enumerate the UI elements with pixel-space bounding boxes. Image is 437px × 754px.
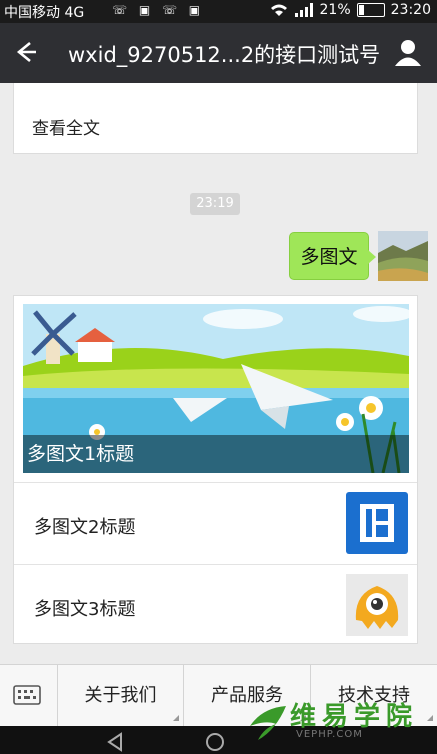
sent-message-bubble[interactable]: 多图文 [289,232,376,280]
site-watermark: 维易学院 VEPHP.COM [246,696,437,754]
logo-arrow-icon [250,706,286,740]
status-bar: 中国移动 4G ☏ ▣ ☏ ▣ 21% 23:20 [0,0,437,23]
clock: 23:20 [390,2,431,18]
news-item-title: 多图文2标题 [34,517,136,538]
banner-title: 多图文1标题 [23,435,409,473]
menu-about-us[interactable]: 关于我们 [58,665,184,727]
back-nav-icon[interactable] [105,732,125,752]
keyboard-toggle[interactable] [0,665,58,727]
battery-icon [356,3,385,17]
home-nav-icon[interactable] [205,732,225,752]
user-avatar[interactable] [378,231,428,281]
watermark-text: 维易学院 [290,702,419,732]
back-arrow-icon[interactable] [10,37,40,67]
title-bar: wxid_9270512...2的接口测试号 [0,23,437,83]
carrier-label: 中国移动 4G [4,5,85,21]
chat-title: wxid_9270512...2的接口测试号 [68,43,381,67]
news-item-3[interactable]: 多图文3标题 [14,564,417,646]
message-timestamp: 23:19 [190,193,240,215]
film-icon [346,492,408,554]
news-banner[interactable]: 多图文1标题 [23,304,409,473]
previous-article-card[interactable]: 查看全文 [13,83,418,154]
watermark-url: VEPHP.COM [296,729,363,740]
keyboard-icon [13,685,41,705]
read-all-link[interactable]: 查看全文 [32,114,100,139]
wifi-icon [270,4,287,16]
battery-percent: 21% [319,2,351,18]
news-card: 多图文1标题 多图文2标题 多图文3标题 [13,295,418,644]
news-item-2[interactable]: 多图文2标题 [14,482,417,564]
signal-icon [294,3,313,17]
notification-icons: ☏ ▣ ☏ ▣ [112,3,205,17]
news-item-title: 多图文3标题 [34,599,136,620]
monster-icon [346,574,408,636]
user-profile-icon[interactable] [393,37,423,67]
